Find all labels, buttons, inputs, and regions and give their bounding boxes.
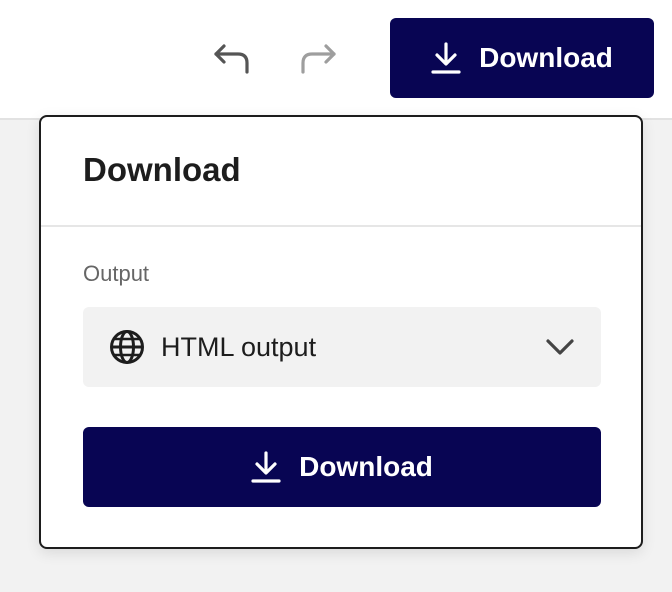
output-select-value: HTML output [161,331,317,362]
toolbar-download-button[interactable]: Download [390,18,654,98]
download-icon [251,451,281,483]
download-button[interactable]: Download [83,427,601,507]
download-button-label: Download [299,451,433,482]
undo-button[interactable] [211,38,251,78]
output-select[interactable]: HTML output [83,307,601,387]
popover-divider [41,225,641,227]
download-icon [431,42,461,74]
redo-arrow-icon [301,44,336,74]
top-toolbar: Download [0,0,672,120]
output-label: Output [83,261,150,286]
globe-icon [109,329,145,365]
download-popover: Download Output HTML output Download [39,115,643,549]
toolbar-download-label: Download [479,42,613,73]
popover-title: Download [83,151,241,188]
chevron-down-icon [546,339,574,355]
undo-arrow-icon [214,44,249,74]
redo-button[interactable] [299,38,339,78]
